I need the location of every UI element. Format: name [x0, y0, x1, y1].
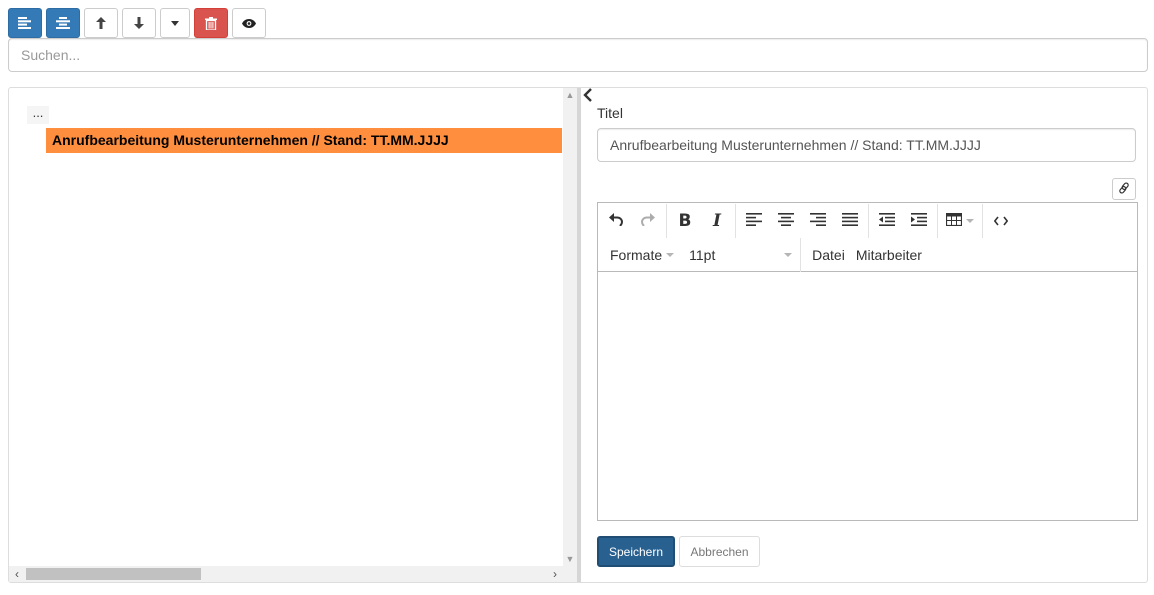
link-button[interactable]	[1112, 178, 1136, 200]
title-input[interactable]	[597, 128, 1136, 162]
main-toolbar	[8, 8, 266, 38]
source-code-button[interactable]	[985, 206, 1017, 236]
arrow-down-icon	[134, 17, 144, 29]
scroll-down-icon[interactable]: ▼	[563, 552, 577, 566]
align-left-icon	[18, 17, 32, 29]
editor-toolbar-row-1: B I	[598, 204, 1019, 238]
file-menu-label: Datei	[812, 247, 845, 263]
staff-menu[interactable]: Mitarbeiter	[854, 240, 931, 270]
italic-icon: I	[713, 211, 721, 231]
redo-button[interactable]	[632, 206, 664, 236]
collapse-left-icon[interactable]	[583, 88, 597, 106]
pane-splitter[interactable]	[577, 88, 581, 582]
italic-button[interactable]: I	[701, 206, 733, 236]
scroll-right-icon[interactable]: ›	[547, 566, 563, 582]
trash-icon	[205, 16, 217, 30]
editor-toolbar-row-2: Formate 11pt Datei Mitarbeiter	[598, 238, 933, 272]
redo-icon	[640, 213, 655, 229]
font-size-select[interactable]: 11pt	[683, 240, 798, 270]
table-icon	[945, 212, 963, 229]
text-align-right-icon	[810, 213, 826, 229]
tree-ellipsis[interactable]: ...	[27, 106, 49, 124]
scroll-up-icon[interactable]: ▲	[563, 88, 577, 102]
tree-node-selected[interactable]: Anrufbearbeitung Musterunternehmen // St…	[46, 128, 562, 153]
formats-caret-icon	[666, 253, 675, 257]
align-center-button[interactable]	[46, 8, 80, 38]
rich-text-editor: B I Formate 11pt Datei Mitarbeiter	[597, 202, 1138, 521]
delete-button[interactable]	[194, 8, 228, 38]
outdent-icon	[879, 213, 895, 229]
formats-label: Formate	[610, 247, 663, 263]
text-justify-icon	[842, 213, 858, 229]
align-right-editor-button[interactable]	[802, 206, 834, 236]
align-left-button[interactable]	[8, 8, 42, 38]
more-options-button[interactable]	[160, 8, 190, 38]
editor-content-area[interactable]	[598, 273, 1137, 520]
editor-toolbar: B I Formate 11pt Datei Mitarbeiter	[598, 203, 1137, 272]
caret-down-icon	[171, 20, 179, 26]
eye-icon	[242, 18, 256, 28]
file-menu[interactable]: Datei	[803, 240, 854, 270]
horizontal-scrollbar[interactable]: ‹ ›	[9, 566, 563, 582]
justify-editor-button[interactable]	[834, 206, 866, 236]
outdent-button[interactable]	[871, 206, 903, 236]
cancel-button[interactable]: Abbrechen	[679, 536, 760, 567]
font-size-value: 11pt	[689, 247, 716, 263]
undo-button[interactable]	[600, 206, 632, 236]
text-align-center-icon	[778, 213, 794, 229]
move-down-button[interactable]	[122, 8, 156, 38]
title-label: Titel	[597, 105, 623, 121]
staff-menu-label: Mitarbeiter	[855, 247, 922, 263]
scroll-left-icon[interactable]: ‹	[9, 566, 25, 582]
bold-icon: B	[678, 211, 692, 231]
code-icon	[993, 213, 1009, 229]
link-icon	[1118, 181, 1130, 197]
undo-icon	[609, 213, 624, 229]
preview-button[interactable]	[232, 8, 266, 38]
vertical-scrollbar[interactable]: ▲ ▼	[563, 88, 577, 582]
align-center-icon	[56, 17, 70, 29]
indent-icon	[911, 213, 927, 229]
search-input[interactable]	[8, 38, 1148, 72]
table-button[interactable]	[940, 206, 980, 236]
save-button[interactable]: Speichern	[597, 536, 675, 567]
align-left-editor-button[interactable]	[738, 206, 770, 236]
tree-pane: ... Anrufbearbeitung Musterunternehmen /…	[9, 88, 563, 582]
text-align-left-icon	[746, 213, 762, 229]
scrollbar-thumb[interactable]	[26, 568, 201, 580]
arrow-up-icon	[96, 17, 106, 29]
formats-menu[interactable]: Formate	[601, 240, 683, 270]
indent-button[interactable]	[903, 206, 935, 236]
main-panel: ... Anrufbearbeitung Musterunternehmen /…	[8, 87, 1148, 583]
align-center-editor-button[interactable]	[770, 206, 802, 236]
font-size-caret-icon	[784, 253, 793, 257]
bold-button[interactable]: B	[669, 206, 701, 236]
table-caret-icon	[966, 219, 974, 223]
move-up-button[interactable]	[84, 8, 118, 38]
